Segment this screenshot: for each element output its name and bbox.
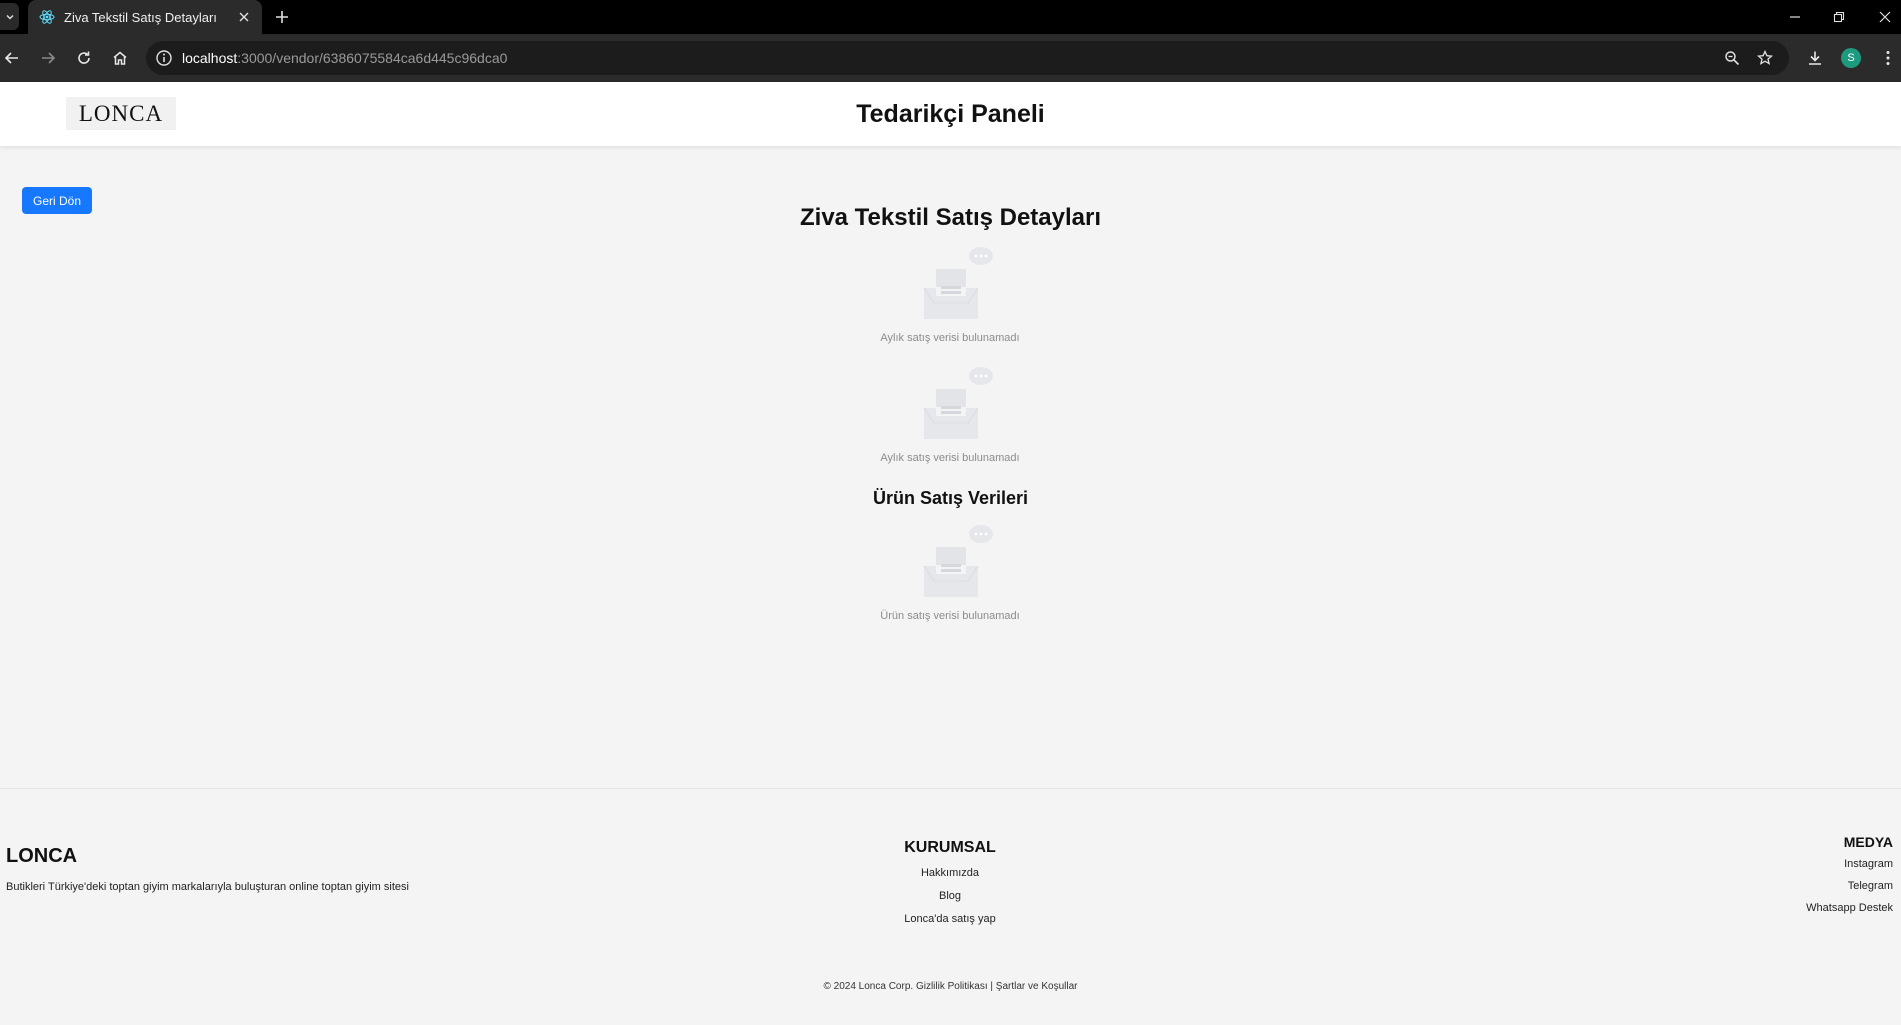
- empty-inbox-icon: [923, 367, 993, 439]
- react-favicon-icon: [39, 10, 55, 24]
- new-tab-button[interactable]: [270, 5, 294, 29]
- browser-tab-bar: Ziva Tekstil Satış Detayları: [0, 0, 1901, 34]
- site-info-icon[interactable]: [155, 49, 173, 67]
- reload-icon: [78, 51, 90, 64]
- site-footer: LONCA Butikleri Türkiye'deki toptan giyi…: [0, 788, 1901, 1025]
- close-icon: [1879, 11, 1891, 23]
- tab-close-button[interactable]: [234, 7, 254, 27]
- profile-avatar[interactable]: S: [1841, 48, 1861, 68]
- footer-description: Butikleri Türkiye'deki toptan giyim mark…: [6, 881, 409, 893]
- tab-title: Ziva Tekstil Satış Detayları: [64, 9, 217, 25]
- address-bar[interactable]: localhost:3000/vendor/6386075584ca6d445c…: [146, 41, 1789, 75]
- empty-inbox-icon: [923, 247, 993, 319]
- footer-link-telegram[interactable]: Telegram: [1806, 880, 1893, 892]
- footer-link-instagram[interactable]: Instagram: [1806, 858, 1893, 870]
- home-icon: [113, 51, 127, 65]
- close-icon: [239, 12, 249, 22]
- active-tab[interactable]: Ziva Tekstil Satış Detayları: [28, 0, 262, 34]
- chevron-down-icon: [5, 14, 14, 20]
- download-icon: [1809, 51, 1821, 65]
- footer-corporate-column: KURUMSAL Hakkımızda Blog Lonca'da satış …: [850, 839, 1050, 936]
- tab-search-button[interactable]: [0, 3, 19, 30]
- media-heading: MEDYA: [1843, 834, 1893, 850]
- arrow-left-icon: [4, 52, 18, 64]
- arrow-right-icon: [42, 52, 56, 64]
- home-button[interactable]: [108, 46, 132, 70]
- empty-monthly-text-1: Aylık satış verisi bulunamadı: [880, 332, 1020, 344]
- url-text: localhost:3000/vendor/6386075584ca6d445c…: [182, 50, 508, 66]
- star-icon: [1757, 50, 1773, 65]
- forward-nav-button[interactable]: [36, 46, 60, 70]
- bookmark-button[interactable]: [1755, 48, 1775, 68]
- footer-link-about[interactable]: Hakkımızda: [850, 867, 1050, 879]
- empty-inbox-icon: [923, 525, 993, 597]
- empty-monthly-sales-2: Aylık satış verisi bulunamadı: [850, 366, 1050, 464]
- more-vertical-icon: [1886, 51, 1890, 65]
- corporate-heading: KURUMSAL: [904, 839, 996, 856]
- footer-link-blog[interactable]: Blog: [850, 890, 1050, 902]
- reload-button[interactable]: [72, 46, 96, 70]
- empty-monthly-text-2: Aylık satış verisi bulunamadı: [880, 452, 1020, 464]
- footer-link-sell[interactable]: Lonca'da satış yap: [850, 913, 1050, 925]
- vendor-title: Ziva Tekstil Satış Detayları: [799, 204, 1102, 231]
- empty-monthly-sales-1: Aylık satış verisi bulunamadı: [850, 246, 1050, 344]
- plus-icon: [276, 11, 288, 23]
- footer-media-column: MEDYA Instagram Telegram Whatsapp Destek: [1806, 834, 1893, 924]
- restore-icon: [1833, 11, 1845, 23]
- minimize-icon: [1790, 16, 1800, 18]
- restore-button[interactable]: [1827, 5, 1851, 29]
- site-header: LONCA Tedarikçi Paneli: [0, 82, 1901, 146]
- footer-link-whatsapp[interactable]: Whatsapp Destek: [1806, 902, 1893, 914]
- back-nav-button[interactable]: [0, 46, 24, 70]
- browser-menu-button[interactable]: [1876, 46, 1900, 70]
- empty-product-sales: Ürün satış verisi bulunamadı: [850, 524, 1050, 622]
- page-title: Tedarikçi Paneli: [856, 100, 1045, 128]
- downloads-button[interactable]: [1803, 46, 1827, 70]
- copyright-text: © 2024 Lonca Corp. Gizlilik Politikası |…: [823, 981, 1078, 992]
- footer-brand: LONCA: [6, 845, 78, 867]
- empty-product-text: Ürün satış verisi bulunamadı: [880, 610, 1020, 622]
- zoom-button[interactable]: [1722, 48, 1742, 68]
- close-window-button[interactable]: [1873, 5, 1897, 29]
- zoom-icon: [1725, 51, 1740, 66]
- product-sales-title: Ürün Satış Verileri: [872, 488, 1029, 508]
- minimize-button[interactable]: [1783, 5, 1807, 29]
- browser-toolbar: localhost:3000/vendor/6386075584ca6d445c…: [0, 34, 1901, 82]
